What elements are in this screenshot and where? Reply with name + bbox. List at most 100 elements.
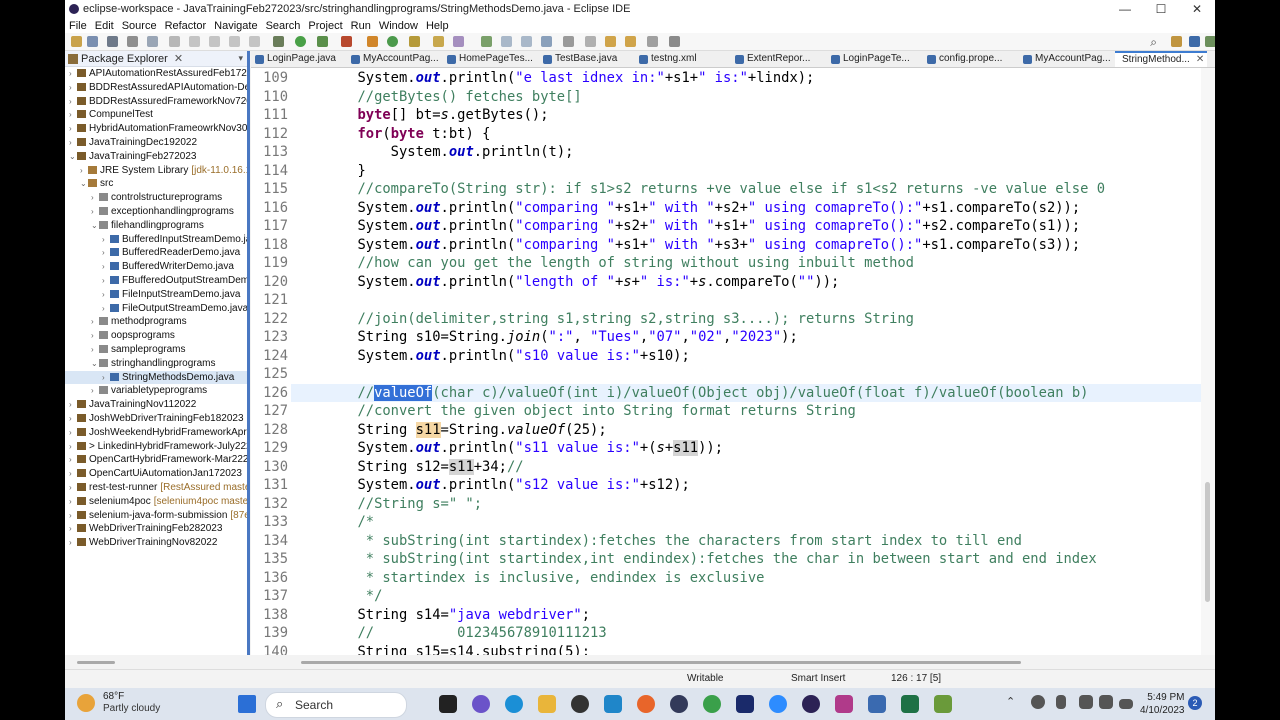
task-view-icon[interactable] xyxy=(439,695,457,713)
weather-widget[interactable]: 68°F Partly cloudy xyxy=(103,691,160,715)
tree-item[interactable]: ⌄ JavaTrainingFeb272023 xyxy=(65,150,247,164)
code-line[interactable]: System.out.println("e last idnex in:"+s1… xyxy=(291,69,1201,88)
code-line[interactable]: // 012345678910111213 xyxy=(291,624,1201,643)
view-menu-icon[interactable]: ▾ xyxy=(238,53,243,64)
editor-tab[interactable]: testng.xml xyxy=(635,51,731,67)
code-line[interactable]: //compareTo(String str): if s1>s2 return… xyxy=(291,180,1201,199)
firefox-icon[interactable] xyxy=(637,695,655,713)
print-icon[interactable] xyxy=(127,36,138,47)
menu-edit[interactable]: Edit xyxy=(95,20,114,32)
java-perspective-icon[interactable] xyxy=(1189,36,1200,47)
menu-project[interactable]: Project xyxy=(308,20,342,32)
chevron-right-icon[interactable]: › xyxy=(69,398,77,412)
mic-icon[interactable] xyxy=(1056,695,1066,709)
scroll-thumb[interactable] xyxy=(1205,482,1210,602)
tree-item[interactable]: › FileInputStreamDemo.java xyxy=(65,288,247,302)
chat-icon[interactable] xyxy=(472,695,490,713)
tree-item[interactable]: ⌄ filehandlingprograms xyxy=(65,219,247,233)
toggle-mark-icon[interactable] xyxy=(541,36,552,47)
new-java-project-icon[interactable] xyxy=(367,36,378,47)
menu-file[interactable]: File xyxy=(69,20,87,32)
close-tab-icon[interactable]: ✕ xyxy=(1196,53,1204,67)
tree-item[interactable]: › BDDRestAssuredFrameworkNov72022 xyxy=(65,95,247,109)
tree-item[interactable]: › StringMethodsDemo.java xyxy=(65,370,247,385)
scroll-thumb[interactable] xyxy=(301,661,1021,664)
step-return-icon[interactable] xyxy=(229,36,240,47)
chevron-right-icon[interactable]: › xyxy=(91,384,99,398)
code-line[interactable]: //convert the given object into String f… xyxy=(291,402,1201,421)
editor-tab[interactable]: LoginPage.java xyxy=(251,51,347,67)
menu-run[interactable]: Run xyxy=(351,20,371,32)
code-line[interactable]: //String s=" "; xyxy=(291,495,1201,514)
code-line[interactable]: System.out.println("comparing "+s2+" wit… xyxy=(291,217,1201,236)
code-line[interactable]: String s14="java webdriver"; xyxy=(291,606,1201,625)
chevron-right-icon[interactable]: › xyxy=(80,164,88,178)
chevron-right-icon[interactable]: › xyxy=(69,412,77,426)
step-icon[interactable] xyxy=(189,36,200,47)
forward-icon[interactable] xyxy=(625,36,636,47)
tree-item[interactable]: › oopsprograms xyxy=(65,329,247,343)
editor-tab[interactable]: TestBase.java xyxy=(539,51,635,67)
code-line[interactable]: * startindex is inclusive, endindex is e… xyxy=(291,569,1201,588)
save-icon[interactable] xyxy=(87,36,98,47)
chevron-right-icon[interactable]: › xyxy=(102,302,110,316)
app-icon[interactable] xyxy=(670,695,688,713)
chevron-right-icon[interactable]: › xyxy=(91,205,99,219)
tree-item[interactable]: › rest-test-runner [RestAssured master] xyxy=(65,481,247,495)
zoom-icon[interactable] xyxy=(769,695,787,713)
tree-item[interactable]: › BDDRestAssuredAPIAutomation-Dec92 xyxy=(65,81,247,95)
tree-item[interactable]: › BufferedReaderDemo.java xyxy=(65,246,247,260)
chevron-right-icon[interactable]: › xyxy=(102,260,110,274)
editor-horizontal-scrollbar[interactable] xyxy=(251,655,1215,669)
annotation-next-icon[interactable] xyxy=(501,36,512,47)
menu-navigate[interactable]: Navigate xyxy=(214,20,257,32)
external-tools-icon[interactable] xyxy=(341,36,352,47)
search-tool-icon[interactable] xyxy=(481,36,492,47)
chevron-down-icon[interactable]: ⌄ xyxy=(91,357,99,371)
code-line[interactable]: for(byte t:bt) { xyxy=(291,125,1201,144)
wifi-icon[interactable] xyxy=(1079,695,1093,709)
vertical-scrollbar[interactable] xyxy=(1201,68,1215,655)
chevron-right-icon[interactable]: › xyxy=(69,481,77,495)
code-line[interactable]: String s11=String.valueOf(25); xyxy=(291,421,1201,440)
menu-window[interactable]: Window xyxy=(379,20,418,32)
chevron-right-icon[interactable]: › xyxy=(91,315,99,329)
store-icon[interactable] xyxy=(604,695,622,713)
chevron-right-icon[interactable]: › xyxy=(91,343,99,357)
editor-tab[interactable]: HomePageTes... xyxy=(443,51,539,67)
tree-item[interactable]: › FBufferedOutputStreamDemo xyxy=(65,274,247,288)
editor-tab[interactable]: MyAccountPag... xyxy=(347,51,443,67)
code-line[interactable]: System.out.println("s10 value is:"+s10); xyxy=(291,347,1201,366)
chevron-right-icon[interactable]: › xyxy=(69,536,77,550)
chevron-right-icon[interactable]: › xyxy=(69,67,77,81)
tree-item[interactable]: › WebDriverTrainingNov82022 xyxy=(65,536,247,550)
chevron-right-icon[interactable]: › xyxy=(69,495,77,509)
tree-item[interactable]: › WebDriverTrainingFeb282023 xyxy=(65,522,247,536)
taskbar-search[interactable]: ⌕ Search xyxy=(265,692,407,718)
menu-search[interactable]: Search xyxy=(266,20,301,32)
code-line[interactable]: System.out.println("comparing "+s1+" wit… xyxy=(291,236,1201,255)
debug-perspective-icon[interactable] xyxy=(1205,36,1215,47)
chevron-right-icon[interactable]: › xyxy=(69,467,77,481)
code-line[interactable]: /* xyxy=(291,513,1201,532)
tree-item[interactable]: › HybridAutomationFrameowrkNov3020 xyxy=(65,122,247,136)
tree-item[interactable]: › JRE System Library[jdk-11.0.16.1] xyxy=(65,164,247,178)
clock[interactable]: 5:49 PM 4/10/2023 xyxy=(1140,691,1185,717)
chevron-right-icon[interactable]: › xyxy=(69,440,77,454)
code-line[interactable]: System.out.println(t); xyxy=(291,143,1201,162)
code-line[interactable]: * subString(int startindex):fetches the … xyxy=(291,532,1201,551)
volume-icon[interactable] xyxy=(1099,695,1113,709)
debug-icon[interactable] xyxy=(273,36,284,47)
drop-frame-icon[interactable] xyxy=(249,36,260,47)
editor-tab[interactable]: StringMethod... ✕ xyxy=(1115,51,1207,67)
scroll-thumb[interactable] xyxy=(77,661,115,664)
editor-tab[interactable]: LoginPageTe... xyxy=(827,51,923,67)
tree-item[interactable]: › selenium4poc [selenium4poc master] xyxy=(65,495,247,509)
maximize-button[interactable]: ☐ xyxy=(1143,2,1179,16)
tree-item[interactable]: › JoshWebDriverTrainingFeb182023 xyxy=(65,412,247,426)
tree-item[interactable]: › selenium-java-form-submission[87e7c xyxy=(65,509,247,523)
new-class-icon[interactable] xyxy=(409,36,420,47)
tree-item[interactable]: › FileOutputStreamDemo.java xyxy=(65,302,247,316)
code-line[interactable]: * subString(int startindex,int endindex)… xyxy=(291,550,1201,569)
open-type-icon[interactable] xyxy=(433,36,444,47)
